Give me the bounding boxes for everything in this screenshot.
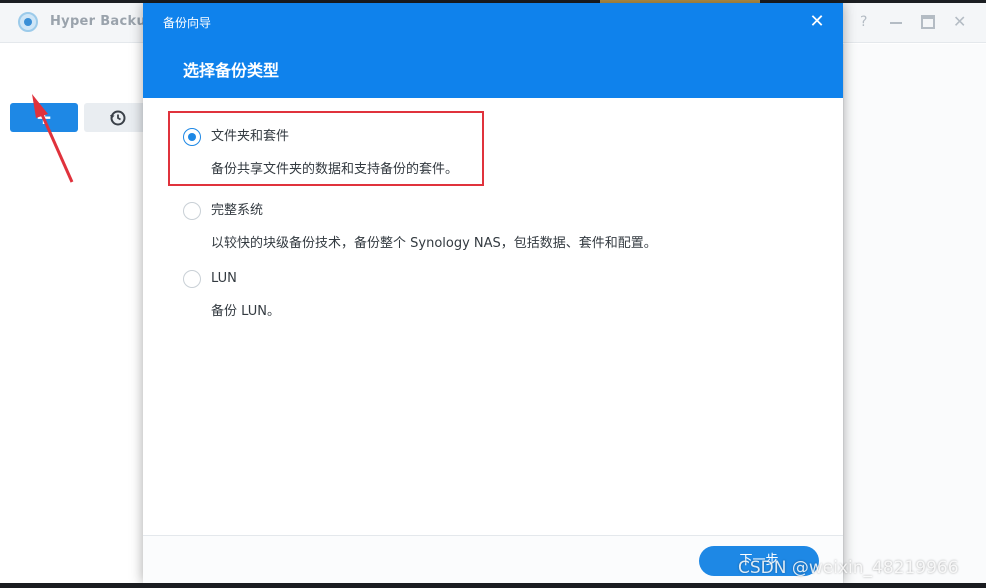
minimize-button[interactable] (890, 13, 904, 31)
option-description: 备份 LUN。 (211, 304, 280, 319)
option-label: LUN (211, 271, 237, 286)
wizard-close-button[interactable]: ✕ (807, 12, 827, 32)
option-label: 完整系统 (211, 203, 264, 218)
restore-history-button[interactable] (84, 103, 152, 132)
hyper-backup-logo-icon (18, 12, 38, 32)
wizard-step-title: 选择备份类型 (183, 61, 280, 80)
add-backup-button[interactable]: + (10, 103, 78, 132)
wizard-title: 备份向导 (163, 16, 212, 30)
radio-lun[interactable] (183, 270, 201, 288)
backup-wizard-dialog: 备份向导 ✕ 选择备份类型 文件夹和套件 备份共享文件夹的数据和支持备份的套件。… (143, 3, 843, 583)
app-title: Hyper Backup (50, 14, 156, 29)
app-close-button[interactable]: ✕ (953, 13, 966, 31)
wizard-header: 备份向导 ✕ 选择备份类型 (143, 3, 843, 98)
annotation-highlight-box (168, 111, 484, 186)
history-icon (110, 110, 126, 126)
watermark: CSDN @weixin_48219966 (738, 558, 959, 578)
content-pane (843, 44, 986, 583)
help-button[interactable]: ? (860, 13, 867, 31)
desktop-bottom-strip (0, 583, 986, 588)
option-description: 以较快的块级备份技术，备份整个 Synology NAS，包括数据、套件和配置。 (211, 236, 657, 251)
radio-entire-system[interactable] (183, 202, 201, 220)
sidebar: + (0, 44, 152, 583)
maximize-button[interactable] (921, 15, 935, 29)
